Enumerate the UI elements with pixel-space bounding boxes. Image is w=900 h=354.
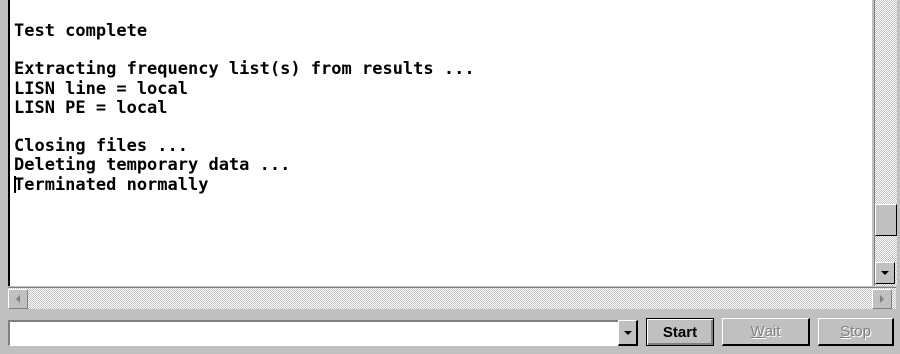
scroll-right-button[interactable] — [872, 289, 892, 309]
wait-mnemonic: W — [750, 323, 765, 340]
command-combobox[interactable] — [8, 320, 638, 346]
stop-button[interactable]: Stop — [818, 318, 894, 346]
stop-mnemonic: S — [840, 323, 851, 340]
console-line: LISN line = local — [14, 78, 188, 99]
vertical-scroll-thumb[interactable] — [875, 204, 897, 236]
console-log: Test complete Extracting frequency list(… — [10, 0, 872, 195]
wait-button-label: ait — [764, 323, 781, 340]
console-line: Test complete — [14, 21, 148, 41]
vertical-scrollbar[interactable] — [874, 0, 897, 286]
command-dropdown-button[interactable] — [618, 320, 638, 346]
start-button[interactable]: Start — [646, 318, 714, 346]
console-line: Closing files ... — [14, 136, 188, 157]
arrow-down-icon — [881, 271, 889, 275]
stop-button-label: top — [850, 323, 871, 340]
console-line: Extracting frequency list(s) from result… — [14, 59, 475, 80]
console-line: Terminated normally — [14, 174, 209, 195]
console-panel: Test complete Extracting frequency list(… — [0, 0, 900, 310]
arrow-left-icon — [16, 295, 20, 303]
horizontal-scrollbar[interactable] — [8, 287, 896, 309]
wait-button[interactable]: Wait — [722, 318, 810, 346]
chevron-down-icon — [623, 330, 632, 335]
arrow-right-icon — [880, 295, 884, 303]
console-output[interactable]: Test complete Extracting frequency list(… — [8, 0, 872, 286]
console-line: Deleting temporary data ... — [14, 155, 291, 176]
console-line: LISN PE = local — [14, 97, 168, 118]
start-button-label: Start — [662, 323, 698, 341]
command-input[interactable] — [10, 322, 618, 342]
scroll-down-button[interactable] — [875, 262, 895, 284]
command-bar: Start Wait Stop — [0, 310, 900, 354]
scroll-left-button[interactable] — [8, 289, 28, 309]
